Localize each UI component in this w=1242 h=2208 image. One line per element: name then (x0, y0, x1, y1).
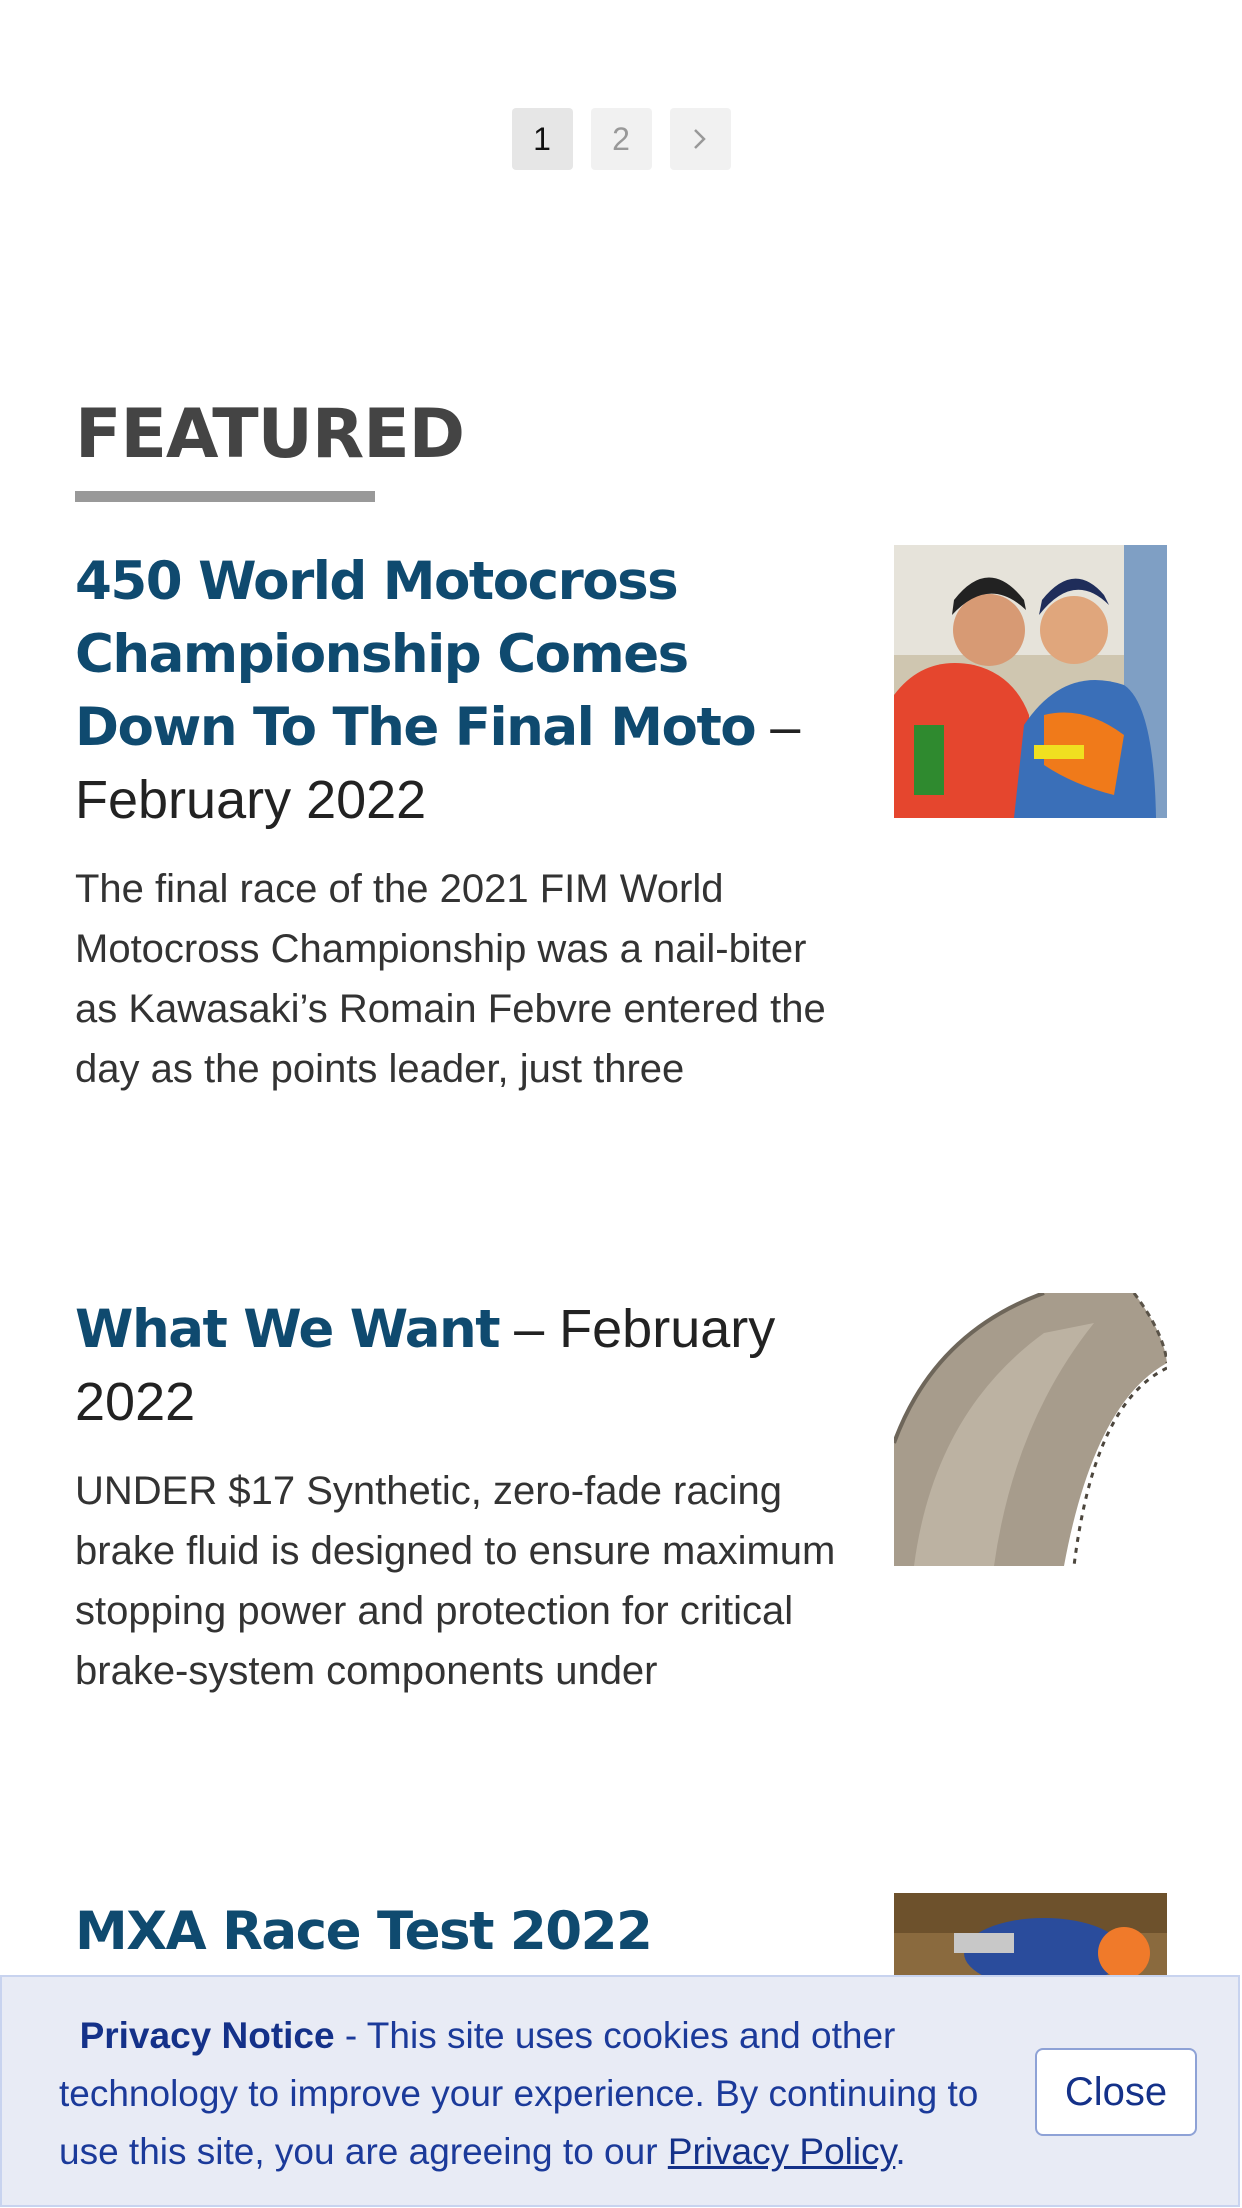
article-title-link[interactable]: MXA Race Test 2022 (75, 1901, 653, 1962)
article-excerpt: UNDER $17 Synthetic, zero-fade racing br… (75, 1469, 836, 1693)
featured-heading: FEATURED (75, 395, 465, 474)
article-title-link[interactable]: What We Want (75, 1299, 501, 1360)
motocross-riders-celebrating-image (894, 545, 1167, 818)
article-item: What We Want – February 2022 UNDER $17 S… (75, 1293, 1167, 1701)
pagination: 1 2 (0, 108, 1242, 170)
heading-underline (75, 491, 375, 502)
privacy-policy-link[interactable]: Privacy Policy (668, 2131, 896, 2172)
article-item: MXA Race Test 2022 (75, 1893, 1167, 2166)
article-title-link[interactable]: 450 World Motocross Championship Comes D… (75, 551, 757, 758)
article-heading: What We Want – February 2022 (75, 1293, 845, 1439)
article-thumbnail[interactable] (894, 1293, 1167, 1566)
article-thumbnail[interactable] (894, 545, 1167, 818)
article-heading: MXA Race Test 2022 (75, 1895, 845, 1968)
exhaust-pipe-image (894, 1293, 1167, 1566)
privacy-notice-period: . (895, 2131, 906, 2172)
chevron-right-icon (694, 129, 706, 149)
article-item: 450 World Motocross Championship Comes D… (75, 545, 1167, 1099)
close-button[interactable]: Close (1035, 2048, 1197, 2136)
privacy-notice-label: Privacy Notice (79, 2015, 335, 2056)
page-1-button[interactable]: 1 (511, 108, 573, 170)
article-excerpt: The final race of the 2021 FIM World Mot… (75, 867, 826, 1091)
page-2-button[interactable]: 2 (590, 108, 652, 170)
privacy-notice-banner: Privacy Notice - This site uses cookies … (0, 1975, 1240, 2207)
privacy-notice-message: Privacy Notice - This site uses cookies … (59, 2007, 1009, 2181)
next-page-button[interactable] (669, 108, 731, 170)
article-heading: 450 World Motocross Championship Comes D… (75, 545, 845, 837)
